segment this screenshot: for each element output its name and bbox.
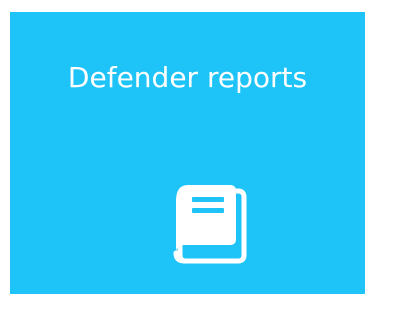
defender-reports-tile[interactable]: Defender reports bbox=[10, 12, 365, 294]
book-icon bbox=[162, 177, 262, 277]
tile-title: Defender reports bbox=[67, 61, 308, 94]
